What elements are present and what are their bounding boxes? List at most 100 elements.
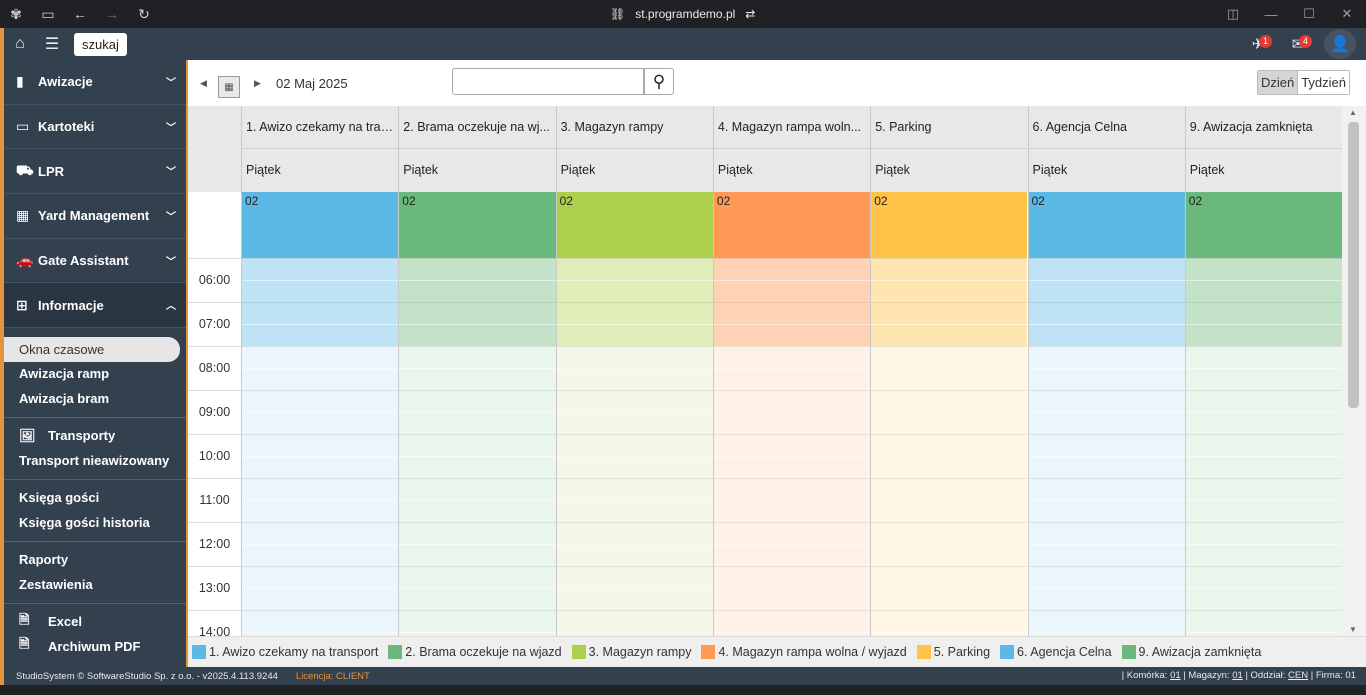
column-title[interactable]: 3. Magazyn rampy: [556, 106, 713, 149]
column-title[interactable]: 1. Awizo czekamy na tran...: [242, 106, 399, 149]
firma-value: 01: [1345, 670, 1356, 681]
day-column[interactable]: 02: [870, 192, 1028, 636]
slot-line: [1028, 346, 1185, 347]
sidebar-item-ksiega-gosci-historia[interactable]: Księga gości historia: [4, 510, 186, 535]
sidebar-item-transporty[interactable]: 🖼 Transporty: [4, 424, 186, 449]
slot-line: [242, 302, 399, 303]
site-settings-icon[interactable]: ⇄: [745, 7, 755, 21]
view-day-button[interactable]: Dzień: [1257, 71, 1299, 94]
sidebar-item-awizacja-bram[interactable]: Awizacja bram: [4, 386, 186, 411]
allday-cell[interactable]: 02: [1028, 192, 1185, 258]
slot-line: [1028, 434, 1185, 435]
komorka-value[interactable]: 01: [1170, 670, 1181, 681]
arrivals-notification-icon[interactable]: ✈ 1: [1244, 30, 1272, 58]
home-icon[interactable]: ⌂: [4, 28, 36, 60]
legend-swatch: [916, 645, 931, 659]
allday-date: 02: [559, 194, 573, 208]
browser-logo-icon[interactable]: ✾: [0, 0, 32, 28]
url-bar[interactable]: ⛓ st.programdemo.pl ⇄: [610, 0, 755, 28]
close-icon[interactable]: ✕: [1328, 0, 1366, 28]
excel-file-icon: 🗎: [19, 611, 30, 627]
slot-line: [871, 588, 1028, 589]
slot-line: [871, 478, 1028, 479]
sidebar-item-raporty[interactable]: Raporty: [4, 548, 186, 573]
calendar-picker-icon[interactable]: ▦: [218, 76, 240, 98]
day-column[interactable]: 02: [241, 192, 399, 636]
sidebar-section-kartoteki[interactable]: ▭ Kartoteki ﹀: [4, 105, 186, 150]
slot-line: [713, 610, 871, 611]
oddzial-value[interactable]: CEN: [1288, 670, 1308, 681]
scrollbar-thumb[interactable]: [1348, 122, 1359, 408]
sidebar-item-excel[interactable]: 🗎 Excel: [4, 610, 186, 635]
slot-line: [1185, 368, 1343, 369]
legend-label: 5. Parking: [933, 645, 991, 659]
sidebar-section-yard-management[interactable]: ▦ Yard Management ﹀: [4, 194, 186, 239]
sidebar-section-awizacje[interactable]: ▮ Awizacje ﹀: [4, 60, 186, 105]
sidebar-item-transport-nieawizowany[interactable]: Transport nieawizowany: [4, 448, 186, 473]
slot-line: [713, 280, 871, 281]
sidebar-section-informacje[interactable]: ⊞ Informacje ︿: [4, 283, 186, 329]
column-title[interactable]: 9. Awizacja zamknięta: [1185, 106, 1343, 149]
calendar-search-input[interactable]: [452, 68, 644, 95]
column-title[interactable]: 4. Magazyn rampa woln...: [713, 106, 871, 149]
forward-icon[interactable]: →: [96, 0, 128, 28]
allday-cell[interactable]: 02: [242, 192, 399, 258]
scroll-down-icon[interactable]: ▼: [1349, 625, 1357, 634]
search-icon[interactable]: ⚲: [644, 68, 674, 95]
slot-line: [242, 522, 399, 523]
sidebar-item-archiwum-pdf[interactable]: 🗎 Archiwum PDF: [4, 634, 186, 659]
magazyn-value[interactable]: 01: [1232, 670, 1243, 681]
sidebar-section-gate-assistant[interactable]: 🚗 Gate Assistant ﹀: [4, 239, 186, 284]
column-title[interactable]: 5. Parking: [871, 106, 1028, 149]
slot-line: [871, 390, 1028, 391]
column-title[interactable]: 2. Brama oczekuje na wj...: [399, 106, 556, 149]
day-column[interactable]: 02: [1184, 192, 1343, 636]
reload-icon[interactable]: ↻: [128, 0, 160, 28]
allday-cell[interactable]: 02: [399, 192, 556, 258]
back-icon[interactable]: ←: [64, 0, 96, 28]
slot-line: [1028, 302, 1185, 303]
day-column[interactable]: 02: [398, 192, 556, 636]
menu-collapse-icon[interactable]: ☰: [36, 28, 68, 60]
slot-line: [871, 456, 1028, 457]
scroll-up-icon[interactable]: ▲: [1349, 108, 1357, 117]
legend-swatch: [571, 645, 586, 659]
column-title[interactable]: 6. Agencja Celna: [1028, 106, 1185, 149]
split-view-icon[interactable]: ◫: [1214, 0, 1252, 28]
next-day-icon[interactable]: ▶: [254, 78, 261, 89]
prev-day-icon[interactable]: ◀: [200, 78, 207, 89]
slot-line: [1028, 324, 1185, 325]
search-button[interactable]: szukaj: [74, 32, 127, 56]
column-header: 3. Magazyn rampy Piątek: [555, 106, 713, 192]
minimize-icon[interactable]: —: [1252, 0, 1290, 28]
allday-cell[interactable]: 02: [1185, 192, 1343, 258]
allday-cell[interactable]: 02: [713, 192, 871, 258]
allday-cell[interactable]: 02: [871, 192, 1028, 258]
day-column[interactable]: 02: [712, 192, 871, 636]
user-avatar-icon[interactable]: 👤: [1324, 29, 1356, 59]
slot-line: [399, 500, 556, 501]
slot-line: [242, 478, 399, 479]
day-column[interactable]: 02: [555, 192, 713, 636]
slot-line: [556, 478, 713, 479]
context-info: | Komórka: 01 | Magazyn: 01 | Oddział: C…: [1122, 670, 1356, 681]
sidebar-toggle-icon[interactable]: ▭: [32, 0, 64, 28]
allday-date: 02: [874, 194, 888, 208]
mail-notification-icon[interactable]: ✉ 4: [1284, 30, 1312, 58]
slot-line: [1028, 588, 1185, 589]
sidebar-item-okna-czasowe[interactable]: Okna czasowe: [4, 337, 180, 362]
sidebar-item-awizacja-ramp[interactable]: Awizacja ramp: [4, 362, 186, 387]
slot-line: [399, 610, 556, 611]
sidebar-item-ksiega-gosci[interactable]: Księga gości: [4, 486, 186, 511]
sidebar-section-lpr[interactable]: ⛟ LPR ﹀: [4, 149, 186, 195]
day-column[interactable]: 02: [1027, 192, 1185, 636]
vertical-scrollbar[interactable]: ▲ ▼: [1342, 106, 1366, 636]
legend-item: 5. Parking: [916, 645, 991, 659]
sidebar-item-zestawienia[interactable]: Zestawienia: [4, 572, 186, 597]
maximize-icon[interactable]: ☐: [1290, 0, 1328, 28]
slot-line: [871, 324, 1028, 325]
view-week-button[interactable]: Tydzień: [1298, 71, 1349, 94]
slot-line: [871, 346, 1028, 347]
allday-cell[interactable]: 02: [556, 192, 713, 258]
slot-line: [556, 346, 713, 347]
